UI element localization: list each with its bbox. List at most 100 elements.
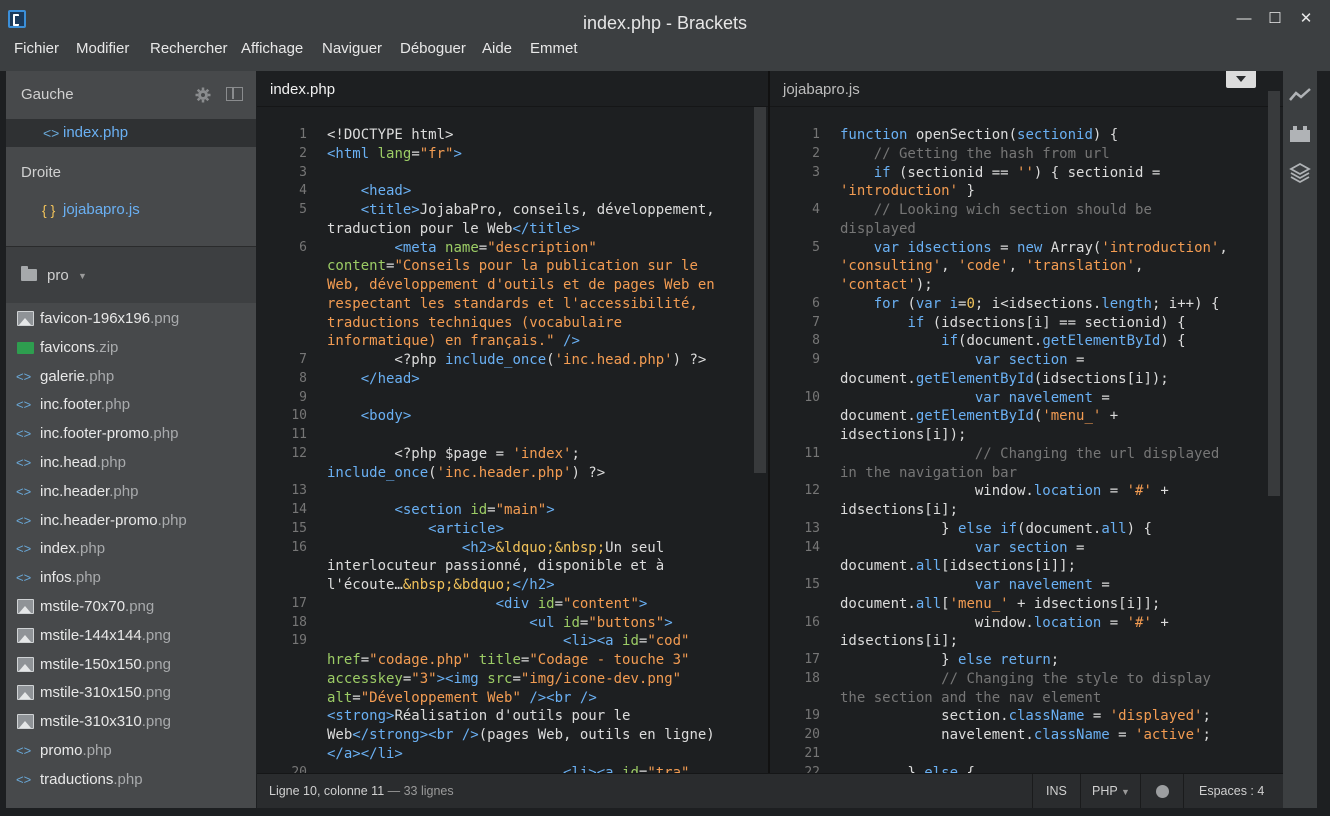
- code-text: var section =: [974, 352, 1085, 368]
- insert-mode-toggle[interactable]: INS: [1046, 774, 1067, 808]
- file-tree-item[interactable]: <> inc.header-promo.php: [6, 507, 256, 535]
- code-text: alt="Développement Web" /><br />: [327, 689, 597, 706]
- file-tree-item[interactable]: mstile-144x144.png: [6, 622, 256, 650]
- line-number: 7: [812, 314, 820, 330]
- line-number: 5: [812, 239, 820, 255]
- menu-bar: Fichier Modifier Rechercher Affichage Na…: [0, 36, 1330, 71]
- gear-icon[interactable]: [195, 87, 211, 103]
- code-text: function openSection(sectionid) {: [840, 127, 1119, 143]
- code-file-icon: <>: [16, 483, 32, 499]
- file-tree-item[interactable]: <> index.php: [6, 535, 256, 563]
- status-separator: [1032, 774, 1033, 808]
- code-text: } else if(document.all) {: [840, 520, 1152, 537]
- extension-manager-icon[interactable]: [1288, 122, 1312, 146]
- file-tree-item[interactable]: mstile-70x70.png: [6, 593, 256, 621]
- code-text: 'consulting', 'code', 'translation',: [840, 258, 1144, 275]
- working-file-index[interactable]: <> index.php: [6, 119, 256, 147]
- chevron-down-icon: ▼: [1120, 787, 1130, 797]
- working-file-jojabapro[interactable]: { } jojabapro.js: [6, 196, 256, 224]
- code-text: if (idsections[i] == sectionid) {: [907, 314, 1186, 331]
- code-text: informatique) en français." />: [327, 333, 580, 350]
- sidebar: Gauche <> index.php Droite { } jojabapro…: [6, 71, 256, 808]
- file-extension: .png: [141, 626, 171, 644]
- line-number: 13: [291, 483, 307, 499]
- code-text: var section =: [974, 539, 1085, 556]
- line-number: 3: [299, 164, 307, 180]
- status-bar: Ligne 10, colonne 11 — 33 lignes INS PHP…: [257, 773, 1283, 808]
- title-bar: index.php - Brackets — ☐ ✕: [0, 0, 1330, 40]
- file-tree-item[interactable]: mstile-310x310.png: [6, 708, 256, 736]
- menu-emmet[interactable]: Emmet: [530, 40, 578, 57]
- line-number: 5: [299, 202, 307, 217]
- menu-naviguer[interactable]: Naviguer: [322, 40, 382, 57]
- code-text: <li><a id="tra": [563, 764, 690, 774]
- file-basename: inc.footer-promo: [40, 425, 150, 443]
- project-name[interactable]: pro: [47, 267, 69, 284]
- menu-deboguer[interactable]: Déboguer: [400, 40, 466, 57]
- file-tree-item[interactable]: <> infos.php: [6, 564, 256, 592]
- line-number: 8: [299, 370, 307, 386]
- code-file-icon: <>: [16, 743, 32, 758]
- line-number: 17: [291, 595, 307, 611]
- file-name: index.php: [40, 535, 105, 563]
- pane-menu-dropdown[interactable]: [1226, 71, 1256, 88]
- line-number: 10: [804, 389, 820, 405]
- scrollbar-right[interactable]: [1268, 91, 1280, 496]
- js-file-icon: { }: [42, 202, 56, 218]
- file-tree-item[interactable]: <> galerie.php: [6, 363, 256, 391]
- project-header[interactable]: pro ▼: [6, 246, 256, 303]
- line-number: 15: [804, 577, 820, 592]
- file-tree-item[interactable]: mstile-150x150.png: [6, 651, 256, 679]
- file-basename: mstile-310x150: [40, 684, 142, 702]
- editor-pane-right[interactable]: jojabapro.js 1 function openSection(secti…: [770, 71, 1283, 773]
- menu-fichier[interactable]: Fichier: [14, 40, 59, 57]
- file-extension: .php: [82, 742, 112, 759]
- line-number: 8: [812, 333, 820, 349]
- file-name: inc.head.php: [40, 449, 126, 477]
- file-tree-item[interactable]: <> traductions.php: [6, 766, 256, 794]
- linter-status-icon[interactable]: [1156, 785, 1169, 798]
- chevron-down-icon[interactable]: ▼: [78, 271, 87, 281]
- menu-affichage[interactable]: Affichage: [241, 40, 303, 57]
- file-tree-item[interactable]: <> inc.footer-promo.php: [6, 420, 256, 448]
- code-text: var navelement =: [974, 389, 1110, 406]
- code-text: </head>: [360, 370, 420, 387]
- code-text: href="codage.php" title="Codage - touche…: [327, 652, 690, 668]
- file-tree-item[interactable]: <> inc.head.php: [6, 449, 256, 477]
- file-tree-item[interactable]: favicon-196x196.png: [6, 305, 256, 333]
- indentation-setting[interactable]: Espaces : 4: [1199, 774, 1264, 808]
- file-tree-item[interactable]: <> inc.header.php: [6, 478, 256, 506]
- code-file-icon: <>: [16, 368, 32, 384]
- line-number: 19: [804, 708, 820, 724]
- maximize-button[interactable]: ☐: [1263, 8, 1287, 30]
- minimize-button[interactable]: —: [1232, 8, 1256, 30]
- code-text: accesskey="3"><img src="img/icone-dev.pn…: [327, 670, 682, 687]
- language-selector[interactable]: PHP ▼: [1092, 774, 1130, 808]
- file-basename: mstile-144x144: [40, 626, 142, 644]
- code-text: content="Conseils pour la publication su…: [327, 258, 698, 275]
- file-tree-item[interactable]: <> inc.footer.php: [6, 391, 256, 419]
- split-view-icon[interactable]: [226, 87, 243, 101]
- menu-modifier[interactable]: Modifier: [76, 40, 129, 57]
- code-text: traduction pour le Web</title>: [327, 220, 580, 237]
- layers-icon[interactable]: [1288, 161, 1312, 185]
- file-tree-item[interactable]: <> promo.php: [6, 737, 256, 765]
- file-tree-item[interactable]: favicons.zip: [6, 334, 256, 362]
- scrollbar-left[interactable]: [754, 107, 766, 473]
- pane-title-right[interactable]: jojabapro.js: [783, 81, 860, 98]
- live-preview-icon[interactable]: [1288, 83, 1312, 107]
- code-text: Web</strong><br />(pages Web, outils en …: [327, 727, 715, 743]
- line-number: 17: [804, 652, 820, 667]
- file-extension: .png: [141, 684, 171, 702]
- file-tree-item[interactable]: mstile-310x150.png: [6, 679, 256, 707]
- pane-title-left[interactable]: index.php: [270, 81, 335, 98]
- status-separator: [1140, 774, 1141, 808]
- close-button[interactable]: ✕: [1294, 8, 1318, 30]
- code-text: <!DOCTYPE html>: [327, 127, 454, 143]
- menu-aide[interactable]: Aide: [482, 40, 512, 57]
- file-name: favicons.zip: [40, 334, 118, 362]
- menu-rechercher[interactable]: Rechercher: [150, 40, 228, 57]
- line-number: 13: [804, 520, 820, 536]
- code-file-icon: <>: [16, 397, 32, 413]
- editor-pane-left[interactable]: index.php 1 <!DOCTYPE html> 2 <html lang="f…: [257, 71, 768, 773]
